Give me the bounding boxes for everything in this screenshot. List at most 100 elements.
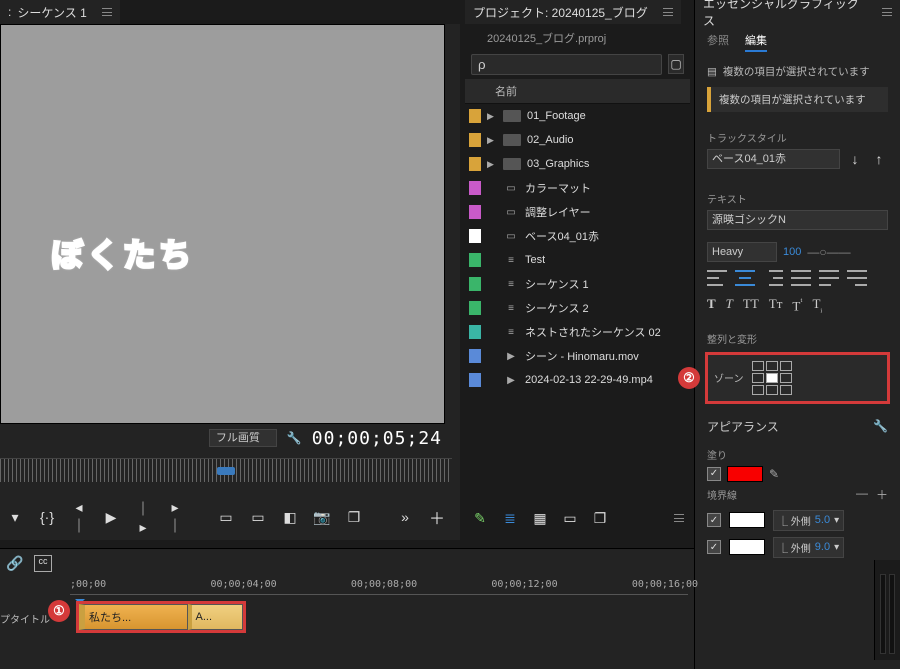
size-slider-icon[interactable]: —○—— <box>807 245 850 259</box>
project-column-name[interactable]: 名前 <box>465 79 690 104</box>
label-chip <box>469 325 481 339</box>
timeline-ruler[interactable]: ;00;0000;00;04;0000;00;08;0000;00;12;000… <box>70 579 688 595</box>
align-left-icon[interactable] <box>707 270 727 286</box>
sort-icon[interactable]: ❐ <box>591 510 609 527</box>
add-stroke-icon[interactable]: ＋ <box>876 486 888 503</box>
export-frame-icon[interactable]: ◧ <box>281 509 299 526</box>
project-item[interactable]: ▭ベース04_01赤 <box>465 224 690 248</box>
seq-icon: ≡ <box>503 253 519 267</box>
play-icon[interactable]: ▶ <box>102 509 120 526</box>
eyedropper-icon[interactable]: ✎ <box>769 467 779 481</box>
lift-icon[interactable]: ▭ <box>217 509 235 526</box>
stroke-color-swatch[interactable] <box>729 539 765 555</box>
program-timecode[interactable]: 00;00;05;24 <box>312 428 442 449</box>
text-align-row <box>695 266 900 290</box>
freeform-view-icon[interactable]: ▭ <box>561 510 579 527</box>
align-right-icon[interactable] <box>763 270 783 286</box>
stroke-checkbox[interactable]: ✓ <box>707 513 721 527</box>
push-up-icon[interactable]: ↑ <box>870 151 888 167</box>
allcaps-icon[interactable]: TT <box>743 296 759 315</box>
project-item[interactable]: ▶01_Footage <box>465 104 690 128</box>
clip-highlight-box: 私たち... A... <box>76 601 246 633</box>
project-item[interactable]: ▭カラーマット <box>465 176 690 200</box>
project-item[interactable]: ≡ Test <box>465 248 690 272</box>
font-size-value[interactable]: 100 <box>783 246 801 258</box>
align-justify-icon[interactable] <box>791 270 811 286</box>
track-style-select[interactable]: ベース04_01赤 <box>707 149 840 169</box>
caption-track[interactable]: 私たち... A... <box>70 601 688 633</box>
step-fwd-icon[interactable]: ｜▸ <box>134 499 152 536</box>
expand-arrow-icon[interactable]: ▶ <box>487 111 497 122</box>
project-footer-toolbar: ✎ ≣ ▦ ▭ ❐ <box>465 504 690 532</box>
list-view-icon[interactable]: ≣ <box>501 510 519 527</box>
align-center-icon[interactable] <box>735 270 755 286</box>
extract-icon[interactable]: ▭ <box>249 509 267 526</box>
project-tab[interactable]: プロジェクト: 20240125_ブログ <box>465 0 681 24</box>
add-marker-icon[interactable]: ▾ <box>6 509 24 526</box>
project-item[interactable]: ≡シーケンス 2 <box>465 296 690 320</box>
remove-stroke-icon[interactable]: — <box>856 486 868 503</box>
project-item[interactable]: ▶03_Graphics <box>465 152 690 176</box>
fill-color-swatch[interactable] <box>727 466 763 482</box>
project-item[interactable]: ▭調整レイヤー <box>465 200 690 224</box>
label-chip <box>469 229 481 243</box>
push-down-icon[interactable]: ↓ <box>846 151 864 167</box>
project-item-name: Test <box>525 254 545 266</box>
cc-icon[interactable]: cc <box>34 555 52 572</box>
new-bin-icon[interactable]: ▢ <box>668 54 684 74</box>
expand-arrow-icon[interactable]: ▶ <box>487 135 497 146</box>
label-chip <box>469 157 481 171</box>
program-canvas[interactable]: ぼくたち <box>0 24 445 424</box>
project-item[interactable]: ▶02_Audio <box>465 128 690 152</box>
camera-icon[interactable]: 📷 <box>313 509 331 526</box>
step-back-icon[interactable]: ◂｜ <box>70 499 88 536</box>
button-editor-icon[interactable]: ＋ <box>428 505 446 529</box>
more-icon[interactable]: » <box>396 509 414 525</box>
clip-1[interactable]: 私たち... <box>79 604 188 630</box>
playhead-marker[interactable] <box>217 467 235 475</box>
align-justify-last-left-icon[interactable] <box>819 270 839 286</box>
project-item[interactable]: ≡シーケンス 1 <box>465 272 690 296</box>
project-more-icon[interactable] <box>674 514 684 522</box>
font-weight-select[interactable]: Heavy <box>707 242 777 262</box>
pen-icon[interactable]: ✎ <box>471 510 489 527</box>
clip-2[interactable]: A... <box>188 604 244 630</box>
panel-menu-icon[interactable] <box>102 8 112 16</box>
project-search-input[interactable] <box>471 54 662 75</box>
eg-tab[interactable]: エッセンシャルグラフィックス <box>695 0 900 24</box>
audio-meters <box>874 560 900 660</box>
zone-anchor-grid[interactable] <box>752 361 792 395</box>
eg-browse-tab[interactable]: 参照 <box>707 32 729 52</box>
project-item[interactable]: ≡ネストされたシーケンス 02 <box>465 320 690 344</box>
appearance-settings-icon[interactable]: 🔧 <box>873 419 888 433</box>
smallcaps-icon[interactable]: Tᴛ <box>769 296 783 315</box>
link-icon[interactable]: 🔗 <box>6 555 24 572</box>
align-justify-last-right-icon[interactable] <box>847 270 867 286</box>
project-item-name: ベース04_01赤 <box>525 228 599 244</box>
subscript-icon[interactable]: Tᵢ <box>812 296 822 315</box>
go-end-icon[interactable]: ▸｜ <box>166 499 184 536</box>
superscript-icon[interactable]: Tᵗ <box>792 296 802 315</box>
expand-arrow-icon[interactable]: ▶ <box>487 159 497 170</box>
track-label[interactable]: プタイトル <box>0 611 50 626</box>
eg-edit-tab[interactable]: 編集 <box>745 32 767 52</box>
stroke-position-select[interactable]: ⎿ 外側 9.0 ▾ <box>773 537 844 558</box>
panel-menu-icon[interactable] <box>882 8 892 16</box>
fill-checkbox[interactable]: ✓ <box>707 467 721 481</box>
in-out-icon[interactable]: {·} <box>38 509 56 525</box>
panel-menu-icon[interactable] <box>663 8 673 16</box>
settings-wrench-icon[interactable]: 🔧 <box>287 431 302 445</box>
playback-quality-select[interactable]: フル画質 <box>209 429 277 447</box>
stroke-color-swatch[interactable] <box>729 512 765 528</box>
font-family-select[interactable]: 源暎ゴシックN <box>707 210 888 230</box>
stroke-checkbox[interactable]: ✓ <box>707 540 721 554</box>
program-ruler[interactable] <box>0 458 452 482</box>
bold-icon[interactable]: T <box>707 296 716 315</box>
compare-icon[interactable]: ❐ <box>345 509 363 526</box>
italic-icon[interactable]: T <box>726 296 733 315</box>
project-item[interactable]: ▶シーン - Hinomaru.mov <box>465 344 690 368</box>
stroke-position-select[interactable]: ⎿ 外側 5.0 ▾ <box>773 510 844 531</box>
icon-view-icon[interactable]: ▦ <box>531 510 549 527</box>
project-item[interactable]: ▶2024-02-13 22-29-49.mp4 <box>465 368 690 392</box>
program-tab[interactable]: : シーケンス 1 <box>0 0 120 24</box>
